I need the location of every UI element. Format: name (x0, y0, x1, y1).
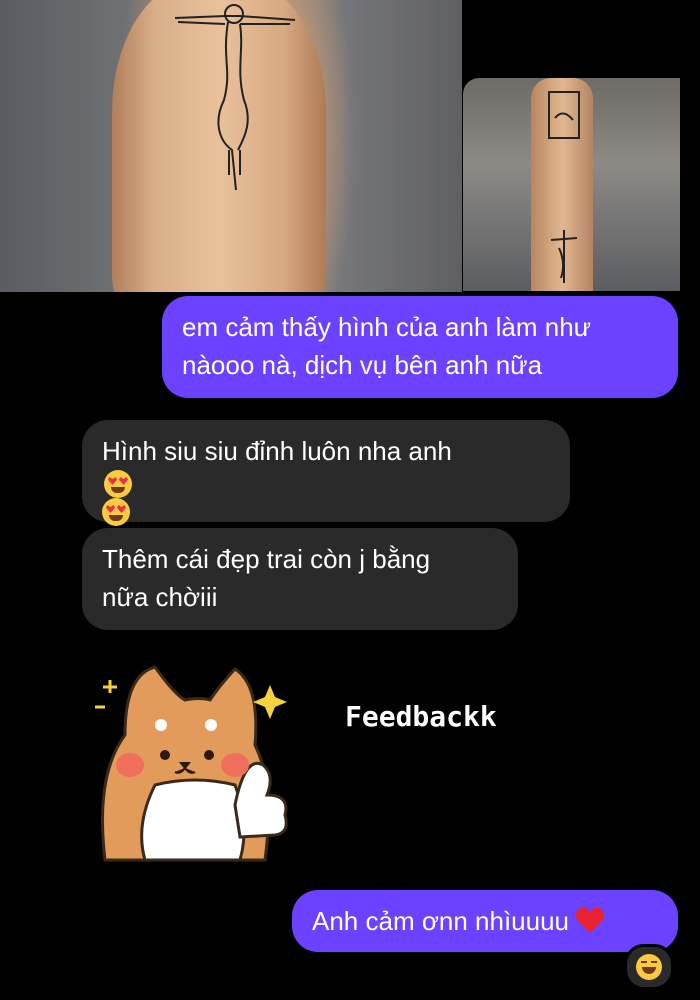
feedback-caption: Feedbackk (345, 700, 497, 733)
heart-eyes-emoji-icon (104, 470, 132, 498)
arm-tattoos-drawing (548, 91, 580, 283)
message-text-line (102, 498, 550, 526)
message-text: Anh cảm ơnn nhìuuuu (312, 906, 570, 936)
message-text: Hình siu siu đỉnh luôn nha anh (102, 436, 452, 466)
message-text-line: Hình siu siu đỉnh luôn nha anh (102, 432, 550, 498)
heart-eyes-emoji-icon (102, 498, 130, 526)
cross-tattoo-drawing (174, 4, 296, 191)
message-text-line: Thêm cái đẹp trai còn j bằng (102, 544, 431, 574)
message-reaction[interactable] (624, 944, 674, 990)
message-text-line: nữa chờiii (102, 582, 218, 612)
message-text-line: em cảm thấy hình của anh làm như (182, 312, 592, 342)
incoming-message-bubble[interactable]: Hình siu siu đỉnh luôn nha anh (82, 420, 570, 526)
tattoo-photo-thumbnail[interactable] (463, 78, 680, 291)
red-heart-icon (575, 907, 605, 933)
message-text-line: nàooo nà, dịch vụ bên anh nữa (182, 350, 543, 380)
incoming-message-bubble[interactable]: Thêm cái đẹp trai còn j bằng nữa chờiii (82, 528, 518, 630)
shiba-dog-thumbs-up-sticker[interactable] (85, 655, 315, 870)
outgoing-message-bubble[interactable]: em cảm thấy hình của anh làm như nàooo n… (162, 296, 678, 398)
tattoo-photo-main[interactable] (0, 0, 462, 292)
grinning-squint-emoji-icon (636, 954, 662, 980)
outgoing-message-bubble[interactable]: Anh cảm ơnn nhìuuuu (292, 890, 678, 952)
